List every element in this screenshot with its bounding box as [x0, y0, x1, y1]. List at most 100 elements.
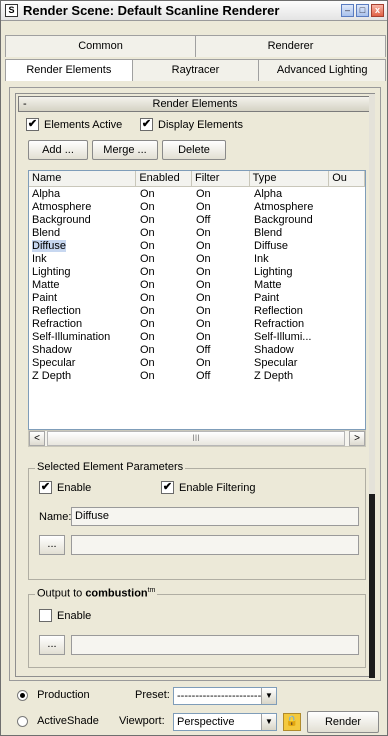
lock-icon[interactable]: 🔒 — [283, 713, 301, 731]
cell-filter: On — [196, 279, 211, 291]
column-header-filter[interactable]: Filter — [192, 171, 250, 186]
radio-unselected-icon[interactable] — [17, 715, 28, 727]
element-name-field[interactable]: Diffuse — [71, 507, 359, 526]
window-title: Render Scene: Default Scanline Renderer — [23, 3, 280, 18]
tabs-row-bottom: Render Elements Raytracer Advanced Light… — [5, 59, 387, 81]
tabs-row-top: Common Renderer — [5, 35, 386, 57]
chevron-down-icon[interactable]: ▼ — [261, 714, 276, 730]
tab-renderer[interactable]: Renderer — [195, 35, 386, 57]
table-row[interactable]: Matte On On Matte — [29, 279, 365, 292]
title-bar[interactable]: S Render Scene: Default Scanline Rendere… — [1, 1, 387, 21]
merge-button[interactable]: Merge ... — [92, 140, 158, 160]
radio-selected-icon[interactable] — [17, 689, 28, 701]
collapse-icon: - — [23, 98, 27, 110]
table-row[interactable]: Blend On On Blend — [29, 227, 365, 240]
close-button[interactable]: x — [371, 4, 384, 17]
maximize-button[interactable]: □ — [356, 4, 369, 17]
column-header-enabled[interactable]: Enabled — [136, 171, 193, 186]
column-header-name[interactable]: Name — [29, 171, 137, 186]
cell-type: Z Depth — [254, 370, 294, 382]
cell-filter: On — [196, 331, 211, 343]
preset-dropdown[interactable]: ------------------------ ▼ — [173, 687, 277, 705]
cell-filter: On — [196, 318, 211, 330]
cell-name: Diffuse — [29, 240, 137, 253]
add-button[interactable]: Add ... — [28, 140, 88, 160]
table-row[interactable]: Reflection On On Reflection — [29, 305, 365, 318]
viewport-dropdown[interactable]: Perspective ▼ — [173, 713, 277, 731]
cell-type: Shadow — [254, 344, 294, 356]
element-path-field[interactable] — [71, 535, 359, 555]
cell-filter: On — [196, 227, 211, 239]
display-elements-checkbox[interactable]: ✔ Display Elements — [140, 118, 243, 131]
cell-enabled: On — [140, 253, 155, 265]
delete-button[interactable]: Delete — [162, 140, 226, 160]
combustion-browse-button[interactable]: ... — [39, 635, 65, 655]
table-row[interactable]: Paint On On Paint — [29, 292, 365, 305]
cell-name: Matte — [32, 279, 60, 291]
cell-filter: On — [196, 305, 211, 317]
table-row[interactable]: Refraction On On Refraction — [29, 318, 365, 331]
cell-enabled: On — [140, 240, 155, 252]
cell-filter: Off — [196, 370, 211, 382]
check-icon[interactable]: ✔ — [26, 118, 39, 131]
cell-type: Alpha — [254, 188, 283, 200]
table-row[interactable]: Self-Illumination On On Self-Illumi... — [29, 331, 365, 344]
table-row[interactable]: Lighting On On Lighting — [29, 266, 365, 279]
table-row[interactable]: Alpha On On Alpha — [29, 188, 365, 201]
combustion-path-field[interactable] — [71, 635, 359, 655]
rollout-header[interactable]: - Render Elements — [18, 96, 372, 112]
table-row[interactable]: Shadow On Off Shadow — [29, 344, 365, 357]
cell-enabled: On — [140, 214, 155, 226]
rollout-scrollbar[interactable] — [369, 94, 375, 678]
tab-common[interactable]: Common — [5, 35, 196, 57]
browse-path-button[interactable]: ... — [39, 535, 65, 555]
table-row[interactable]: Diffuse On On Diffuse — [29, 240, 365, 253]
checkbox-empty-icon[interactable] — [39, 609, 52, 622]
cell-type: Matte — [254, 279, 282, 291]
scroll-right-button[interactable]: > — [349, 431, 365, 446]
column-header-output[interactable]: Ou — [329, 171, 365, 186]
enable-checkbox[interactable]: ✔ Enable — [39, 481, 91, 494]
tab-render-elements[interactable]: Render Elements — [5, 59, 133, 81]
cell-name: Ink — [32, 253, 47, 265]
viewport-value: Perspective — [177, 716, 235, 728]
cell-enabled: On — [140, 201, 155, 213]
render-button[interactable]: Render — [307, 711, 379, 733]
table-row[interactable]: Atmosphere On On Atmosphere — [29, 201, 365, 214]
render-elements-list[interactable]: Name Enabled Filter Type Ou Alpha On On Alp… — [28, 170, 366, 430]
check-icon[interactable]: ✔ — [161, 481, 174, 494]
tab-raytracer[interactable]: Raytracer — [131, 59, 260, 81]
combustion-legend: Output to combustiontm — [35, 587, 158, 600]
table-row[interactable]: Z Depth On Off Z Depth — [29, 370, 365, 383]
table-row[interactable]: Specular On On Specular — [29, 357, 365, 370]
production-radio[interactable]: Production — [17, 689, 90, 701]
scroll-thumb[interactable]: III — [47, 431, 345, 446]
cell-enabled: On — [140, 266, 155, 278]
check-icon[interactable]: ✔ — [140, 118, 153, 131]
table-row[interactable]: Background On Off Background — [29, 214, 365, 227]
cell-name: Reflection — [32, 305, 81, 317]
cell-name: Self-Illumination — [32, 331, 111, 343]
scroll-left-button[interactable]: < — [29, 431, 45, 446]
activeshade-radio[interactable]: ActiveShade — [17, 715, 99, 727]
elements-active-checkbox[interactable]: ✔ Elements Active — [26, 118, 122, 131]
minimize-button[interactable]: – — [341, 4, 354, 17]
app-icon: S — [5, 4, 18, 17]
cell-type: Blend — [254, 227, 283, 239]
combustion-enable-checkbox[interactable]: Enable — [39, 609, 91, 622]
rollout-scroll-thumb[interactable] — [369, 494, 375, 678]
check-icon[interactable]: ✔ — [39, 481, 52, 494]
cell-type: Lighting — [254, 266, 293, 278]
chevron-down-icon[interactable]: ▼ — [261, 688, 276, 704]
table-row[interactable]: Ink On On Ink — [29, 253, 365, 266]
enable-filtering-checkbox[interactable]: ✔ Enable Filtering — [161, 481, 255, 494]
render-elements-rollout: - Render Elements ✔ Elements Active ✔ Di… — [15, 93, 375, 678]
column-header-type[interactable]: Type — [250, 171, 330, 186]
cell-enabled: On — [140, 188, 155, 200]
elements-active-label: Elements Active — [44, 118, 123, 131]
selected-element-params-group: Selected Element Parameters ✔ Enable ✔ E… — [28, 461, 366, 580]
list-hscrollbar[interactable]: < III > — [28, 430, 366, 447]
cell-enabled: On — [140, 279, 155, 291]
tab-panel: - Render Elements ✔ Elements Active ✔ Di… — [9, 87, 381, 681]
tab-advanced-lighting[interactable]: Advanced Lighting — [258, 59, 387, 81]
